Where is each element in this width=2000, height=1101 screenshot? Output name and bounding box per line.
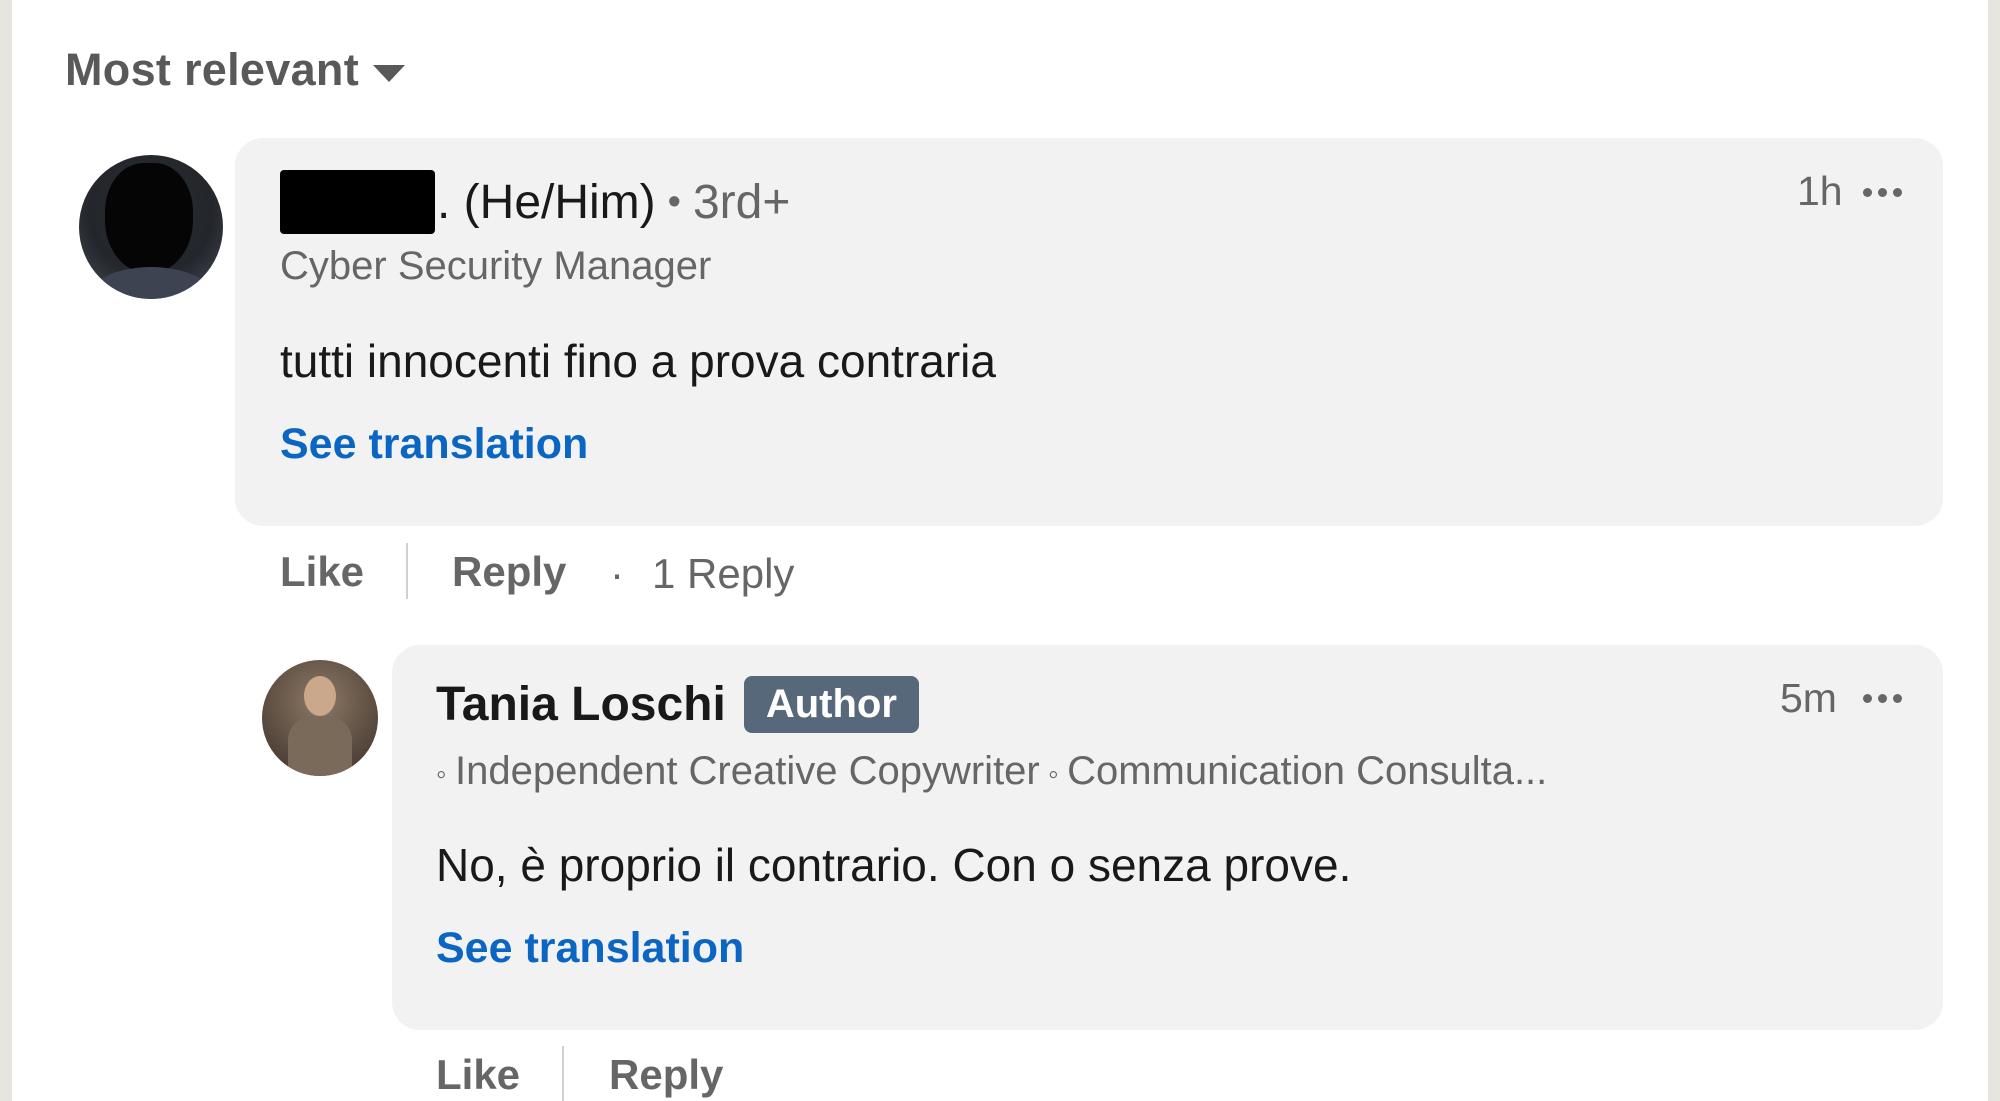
bullet-separator: ◦ bbox=[436, 758, 455, 791]
reply-author-headline: ◦ Independent Creative Copywriter ◦ Comm… bbox=[436, 749, 1547, 794]
action-divider bbox=[562, 1046, 564, 1101]
reply-timestamp: 5m bbox=[1780, 675, 1837, 721]
more-options-icon[interactable] bbox=[1863, 694, 1902, 703]
comments-panel: Most relevant . (He/Him) • 3rd+ 1h Cyber… bbox=[12, 0, 1988, 1101]
commenter-name-line[interactable]: . (He/Him) • 3rd+ bbox=[280, 170, 790, 234]
bullet-separator: · bbox=[610, 550, 624, 597]
reply-author-line[interactable]: Tania Loschi Author bbox=[436, 676, 919, 733]
reply-author-name: Tania Loschi bbox=[436, 678, 726, 731]
sort-label: Most relevant bbox=[65, 44, 359, 95]
bullet-separator: • bbox=[667, 180, 681, 223]
connection-degree: 3rd+ bbox=[692, 175, 791, 229]
headline-part-1: Independent Creative Copywriter bbox=[454, 749, 1040, 793]
commenter-headline: Cyber Security Manager bbox=[280, 244, 712, 288]
like-button[interactable]: Like bbox=[436, 1051, 520, 1099]
caret-down-icon bbox=[372, 64, 405, 82]
action-divider bbox=[406, 543, 408, 599]
see-translation-link[interactable]: See translation bbox=[436, 924, 744, 973]
reply-button[interactable]: Reply bbox=[452, 548, 566, 596]
author-badge: Author bbox=[743, 676, 919, 733]
bullet-separator: ◦ bbox=[1039, 758, 1068, 791]
reply-count-link[interactable]: 1 Reply bbox=[652, 550, 794, 598]
comment-text: tutti innocenti fino a prova contraria bbox=[280, 335, 996, 387]
comment-timestamp: 1h bbox=[1797, 168, 1843, 214]
commenter-avatar[interactable] bbox=[79, 155, 223, 299]
commenter-name-suffix: . (He/Him) bbox=[437, 175, 656, 229]
more-options-icon[interactable] bbox=[1863, 188, 1902, 197]
reply-text: No, è proprio il contrario. Con o senza … bbox=[436, 839, 1352, 891]
headline-part-2: Communication Consulta... bbox=[1067, 749, 1548, 793]
reply-button[interactable]: Reply bbox=[609, 1051, 723, 1099]
like-button[interactable]: Like bbox=[280, 548, 364, 596]
see-translation-link[interactable]: See translation bbox=[280, 420, 588, 469]
reply-author-avatar[interactable] bbox=[262, 660, 378, 776]
redacted-name bbox=[280, 170, 435, 234]
sort-dropdown[interactable]: Most relevant bbox=[65, 40, 405, 100]
